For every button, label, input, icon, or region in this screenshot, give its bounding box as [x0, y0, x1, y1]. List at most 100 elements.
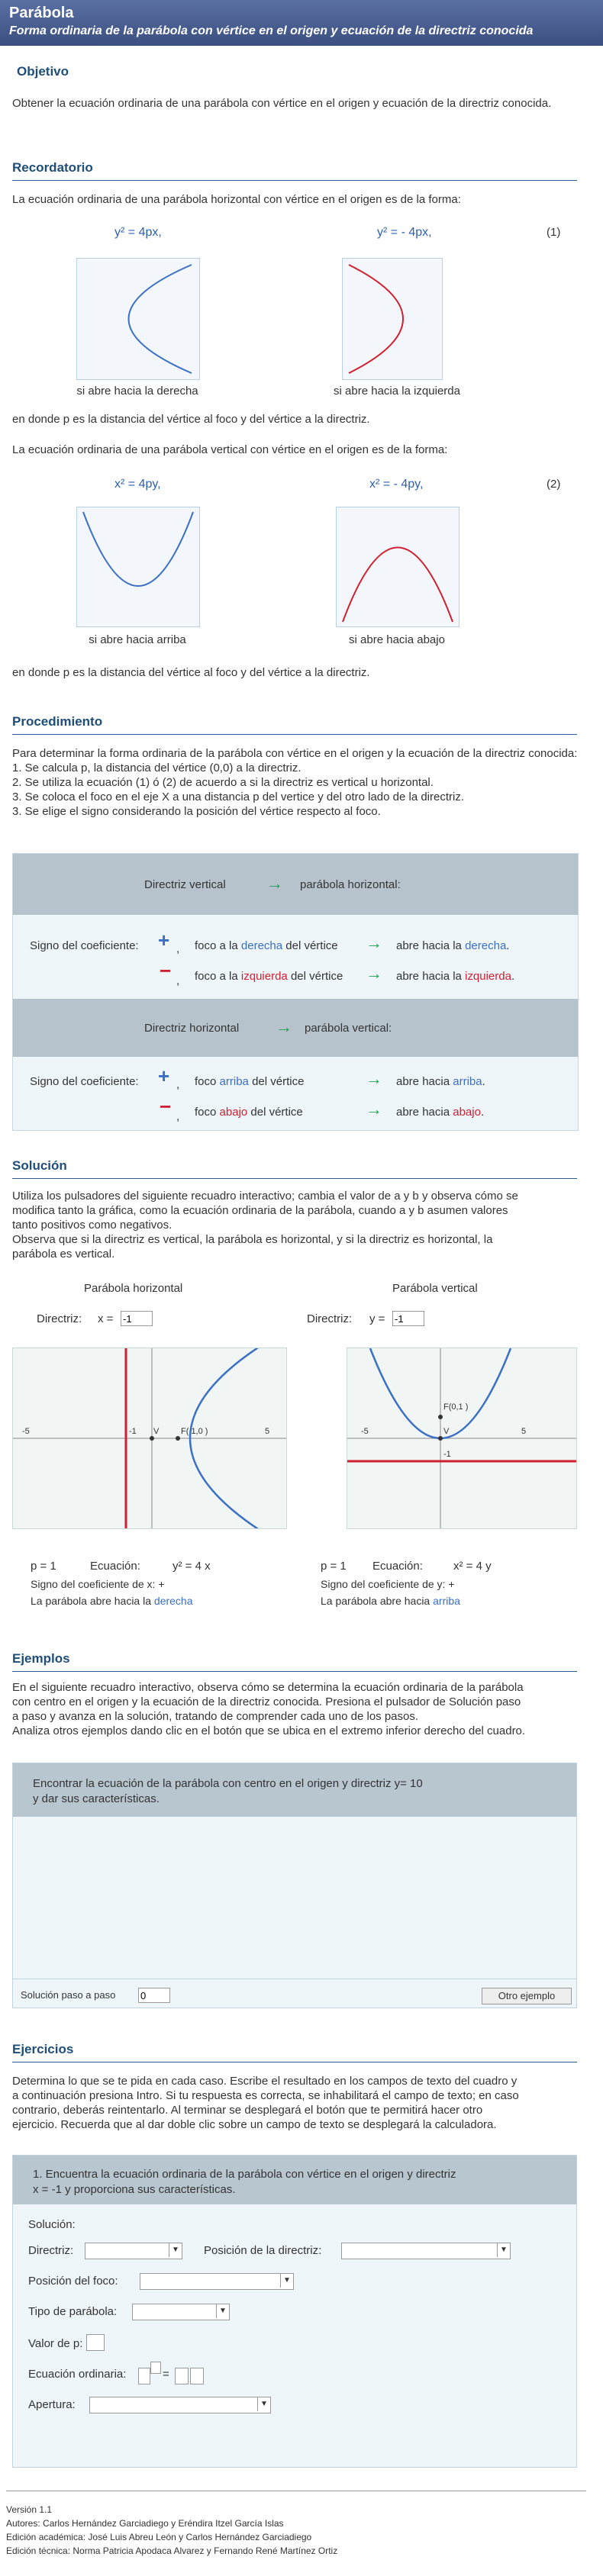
arrow-right-icon: →: [366, 1100, 382, 1119]
solucion-heading: Solución: [12, 1158, 67, 1173]
ecuacion-value: x² = 4 y: [453, 1560, 492, 1573]
ecuacion-label: Ecuación:: [90, 1560, 140, 1573]
focus-label: F(0,1 ): [443, 1402, 468, 1412]
solucion-line: modifica tanto la gráfica, como la ecuac…: [12, 1204, 508, 1217]
ejercicios-line: a continuación presiona Intro. Si tu res…: [12, 2089, 519, 2102]
footer-autores: Autores: Carlos Hernández Garciadiego y …: [6, 2518, 284, 2529]
procedimiento-line: 2. Se utiliza la ecuación (1) ó (2) de a…: [12, 776, 434, 789]
directriz-vertical-label: Directriz vertical: [144, 878, 226, 891]
donde-text-1: en donde p es la distancia del vértice a…: [12, 413, 370, 426]
posicion-directriz-select[interactable]: ▼: [341, 2243, 511, 2259]
paso-input[interactable]: [138, 1988, 170, 2003]
solucion-line: Utiliza los pulsadores del siguiente rec…: [12, 1190, 518, 1203]
posicion-foco-select[interactable]: ▼: [140, 2273, 294, 2290]
parabola-right-figure: [76, 258, 200, 380]
dot: .: [480, 1106, 485, 1119]
procedimiento-line: 3. Se elige el signo considerando la pos…: [12, 805, 381, 818]
foco-izquierda-text: foco a la izquierda del vértice: [195, 970, 343, 983]
ejemplos-heading: Ejemplos: [12, 1651, 70, 1666]
directriz-label: Directriz:: [37, 1312, 82, 1325]
foco-abajo-text: foco abajo del vértice: [195, 1106, 303, 1119]
ecuacion-var2-input[interactable]: [190, 2368, 204, 2384]
vertical-parabola-graph[interactable]: V F(0,1 ) -5 5 -1: [347, 1348, 577, 1529]
procedimiento-table: Directriz vertical → parábola horizontal…: [12, 853, 579, 1131]
comma: ,: [176, 974, 180, 987]
plus-icon: +: [158, 929, 170, 952]
signo-label: Signo del coeficiente:: [30, 1075, 139, 1088]
arrow-right-icon: →: [366, 933, 382, 952]
focus-label: F( 1,0 ): [181, 1427, 208, 1436]
procedimiento-heading: Procedimiento: [12, 714, 103, 729]
footer-edicion-academica: Edición académica: José Luis Abreu León …: [6, 2532, 312, 2542]
otro-ejemplo-button[interactable]: Otro ejemplo: [482, 1988, 572, 2004]
directriz-var: x =: [98, 1312, 114, 1325]
izquierda-word: izquierda: [465, 970, 511, 983]
paso-label: Solución paso a paso: [21, 1989, 116, 2001]
solucion-label: Solución:: [28, 2218, 76, 2231]
abre-hacia-la: abre hacia la: [396, 939, 462, 952]
ecuacion-var-input[interactable]: [138, 2368, 150, 2384]
recordatorio-intro-v: La ecuación ordinaria de una parábola ve…: [12, 443, 448, 456]
abajo-word: abajo: [453, 1106, 481, 1119]
apertura-select[interactable]: ▼: [89, 2397, 271, 2413]
plus-icon: +: [158, 1064, 170, 1087]
abre-abajo-text: abre hacia abajo.: [396, 1106, 484, 1119]
directriz-horizontal-label: Directriz horizontal: [144, 1022, 240, 1035]
parabola-vertical-title: Parábola vertical: [392, 1282, 478, 1295]
divider: [12, 1671, 577, 1672]
foco-derecha-text: foco a la derecha del vértice: [195, 939, 338, 952]
arriba-word: arriba: [219, 1075, 249, 1088]
valor-p-input[interactable]: [86, 2334, 105, 2351]
ecuacion-exponent-input[interactable]: [150, 2362, 161, 2374]
derecha-word: derecha: [240, 939, 283, 952]
abre-direction: derecha: [153, 1595, 193, 1607]
chevron-down-icon: ▼: [497, 2243, 510, 2257]
abre-hacia-text: La parábola abre hacia la derecha: [31, 1595, 193, 1607]
directriz-x-input[interactable]: [121, 1311, 153, 1326]
arrow-right-icon: →: [366, 1069, 382, 1088]
page-title: Parábola: [9, 5, 74, 21]
dot: .: [511, 970, 515, 983]
foco-word: foco: [195, 1106, 217, 1119]
posicion-directriz-label: Posición de la directriz:: [204, 2244, 322, 2257]
tipo-parabola-select[interactable]: ▼: [132, 2304, 230, 2320]
abre-hacia: abre hacia: [396, 1075, 450, 1088]
valor-p-label: Valor de p:: [28, 2337, 83, 2350]
comma: ,: [176, 1110, 180, 1123]
comma: ,: [176, 1078, 180, 1091]
ejercicios-line: Determina lo que se te pida en cada caso…: [12, 2075, 518, 2088]
eq-vertical-up: x² = 4py,: [114, 478, 161, 491]
foco-a-la: foco a la: [195, 970, 238, 983]
ejercicios-line: contrario, deberás reintentarlo. Al term…: [12, 2104, 483, 2117]
foco-arriba-text: foco arriba del vértice: [195, 1075, 304, 1088]
horizontal-parabola-graph[interactable]: V F( 1,0 ) -5 -1 5: [12, 1348, 287, 1529]
foco-word: foco: [195, 1075, 217, 1088]
foco-a-la: foco a la: [195, 939, 238, 952]
divider: [12, 1178, 577, 1179]
chevron-down-icon: ▼: [280, 2274, 293, 2288]
del-vertice: del vértice: [252, 1075, 305, 1088]
tick-label: -1: [129, 1427, 137, 1436]
ejemplos-text: En el siguiente recuadro interactivo, ob…: [12, 1680, 592, 1738]
directriz-select[interactable]: ▼: [85, 2243, 182, 2259]
ecuacion-coef-input[interactable]: [175, 2368, 189, 2384]
eq-horizontal-right: y² = 4px,: [114, 226, 162, 239]
page-subtitle: Forma ordinaria de la parábola con vérti…: [9, 24, 534, 37]
abre-izquierda-text: abre hacia la izquierda.: [396, 970, 514, 983]
tick-label: 5: [265, 1427, 269, 1436]
objetivo-heading: Objetivo: [17, 64, 69, 79]
comma: ,: [176, 942, 180, 955]
ejercicios-heading: Ejercicios: [12, 2042, 74, 2056]
chevron-down-icon: ▼: [257, 2397, 270, 2411]
objetivo-text: Obtener la ecuación ordinaria de una par…: [12, 97, 552, 110]
ecuacion-value: y² = 4 x: [173, 1560, 211, 1573]
footer-version: Versión 1.1: [6, 2504, 53, 2515]
solucion-line: tanto positivos como negativos.: [12, 1219, 173, 1232]
page-header: Parábola Forma ordinaria de la parábola …: [0, 0, 603, 46]
dot: .: [506, 939, 510, 952]
parabola-down-figure: [336, 507, 460, 627]
directriz-y-input[interactable]: [392, 1311, 424, 1326]
chevron-down-icon: ▼: [169, 2243, 182, 2257]
del-vertice: del vértice: [290, 970, 343, 983]
vertex-label: V: [153, 1427, 160, 1436]
